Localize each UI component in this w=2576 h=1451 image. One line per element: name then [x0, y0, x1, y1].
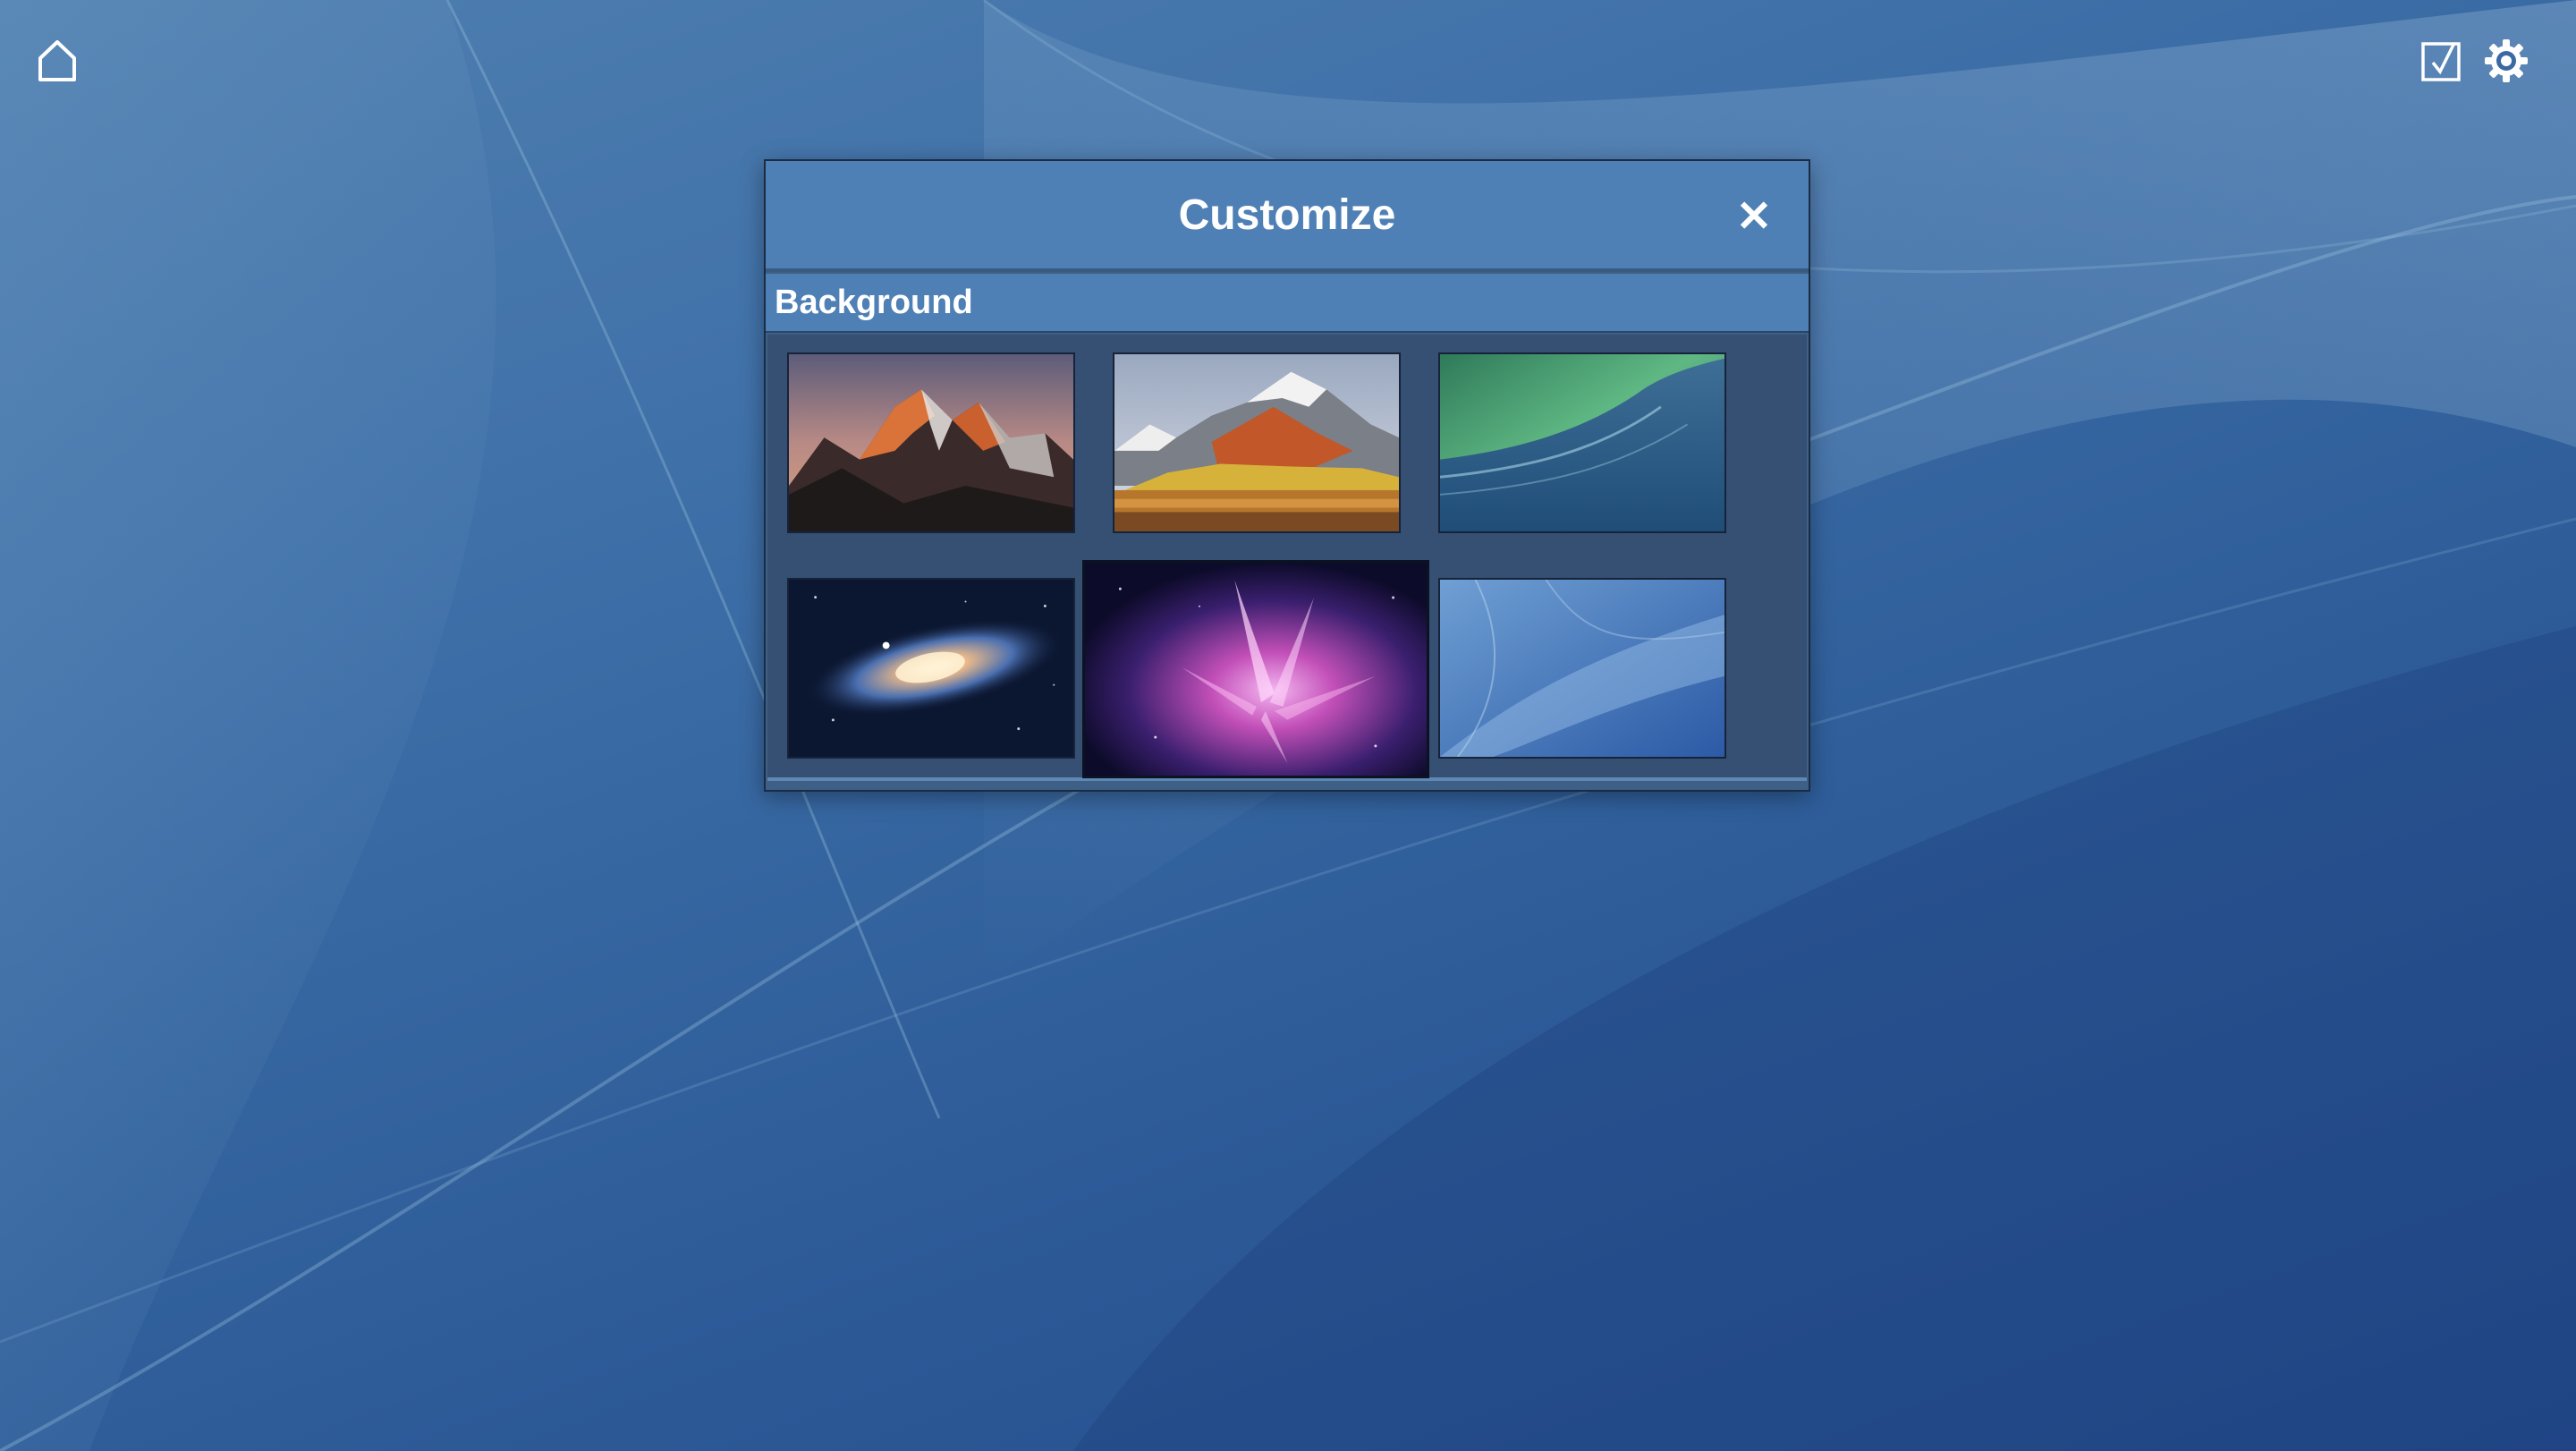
- background-grid: [767, 335, 1807, 781]
- background-blue-abstract[interactable]: [1438, 578, 1726, 759]
- close-button[interactable]: ✕: [1732, 195, 1776, 240]
- close-icon: ✕: [1735, 193, 1773, 241]
- background-autumn-lake-mountains[interactable]: [1113, 352, 1401, 533]
- background-green-wave[interactable]: [1438, 352, 1726, 533]
- background-purple-aurora[interactable]: [1082, 560, 1429, 778]
- background-mountain-sunset[interactable]: [787, 352, 1075, 533]
- home-icon[interactable]: [29, 32, 86, 89]
- checkbox-icon[interactable]: [2413, 32, 2470, 89]
- background-galaxy[interactable]: [787, 578, 1075, 759]
- customize-dialog: Customize ✕ Background: [764, 159, 1810, 792]
- dialog-title: Customize: [1178, 191, 1396, 239]
- gear-icon[interactable]: [2478, 32, 2535, 89]
- dialog-header: Customize ✕: [766, 161, 1809, 272]
- section-header: Background: [766, 274, 1809, 333]
- section-title: Background: [775, 283, 973, 321]
